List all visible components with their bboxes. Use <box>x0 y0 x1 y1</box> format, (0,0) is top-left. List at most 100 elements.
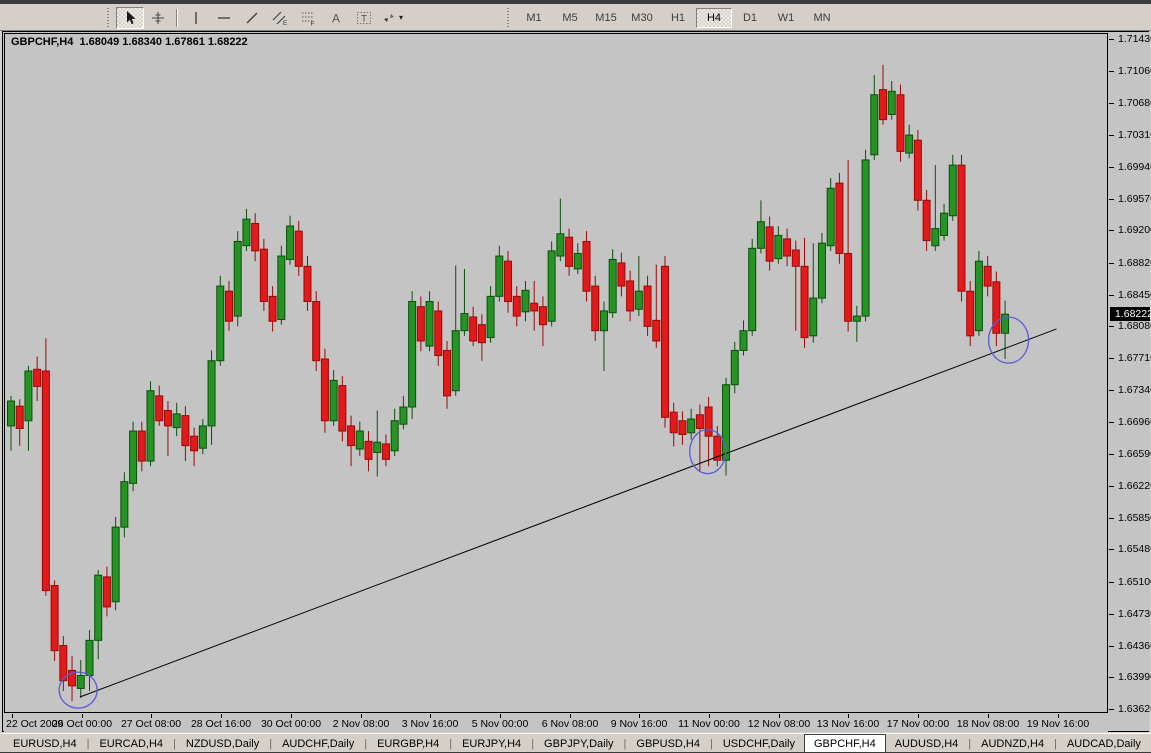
bear-candle-body <box>662 266 669 417</box>
timeframe-button-h1[interactable]: H1 <box>660 8 696 28</box>
text-tool-button[interactable]: A <box>322 7 350 29</box>
bull-candle-body <box>391 421 398 451</box>
bear-candle-body <box>627 281 634 311</box>
bear-candle-body <box>382 444 389 459</box>
chart-tab-gbpjpy-daily[interactable]: GBPJPY,Daily <box>535 734 623 753</box>
bear-candle-body <box>260 249 267 301</box>
equidistant-channel-tool-button[interactable]: E <box>266 7 294 29</box>
chart-tab-audusd-h4[interactable]: AUDUSD,H4 <box>886 734 968 753</box>
bull-candle-body <box>147 391 154 461</box>
toolbar-grip[interactable] <box>506 8 511 27</box>
crosshair-tool-button[interactable] <box>144 7 172 29</box>
bull-candle-body <box>740 331 747 351</box>
timeframe-button-m5[interactable]: M5 <box>552 8 588 28</box>
chart-tab-eurcad-h4[interactable]: EURCAD,H4 <box>90 734 172 753</box>
bear-candle-body <box>993 282 1000 333</box>
svg-text:A: A <box>332 11 340 25</box>
price-axis-label: 1.66960 <box>1109 416 1150 428</box>
trendline-tool-button[interactable] <box>238 7 266 29</box>
chart-tab-eurgbp-h4[interactable]: EURGBP,H4 <box>368 734 448 753</box>
time-axis-label: 11 Nov 00:00 <box>669 718 749 731</box>
price-axis-label: 1.63620 <box>1109 703 1150 715</box>
bull-candle-body <box>749 248 756 330</box>
bear-candle-body <box>801 266 808 337</box>
price-axis-label: 1.64360 <box>1109 640 1150 652</box>
bull-candle-body <box>906 135 913 153</box>
timeframe-button-h4[interactable]: H4 <box>696 8 732 28</box>
time-axis-label: 30 Oct 00:00 <box>251 718 331 731</box>
bull-candle-body <box>217 286 224 361</box>
cursor-tool-button[interactable] <box>116 7 144 29</box>
bull-candle-body <box>688 419 695 433</box>
toolbar-grip[interactable] <box>106 8 111 27</box>
chart-tab-eurusd-h4[interactable]: EURUSD,H4 <box>4 734 86 753</box>
price-axis[interactable]: 1.714301.710601.706801.703101.699401.695… <box>1109 33 1150 713</box>
timeframe-button-d1[interactable]: D1 <box>732 8 768 28</box>
bear-candle-body <box>16 406 23 428</box>
bull-candle-body <box>888 91 895 114</box>
timeframe-button-m30[interactable]: M30 <box>624 8 660 28</box>
chart-tab-nzdusd-daily[interactable]: NZDUSD,Daily <box>177 734 268 753</box>
bear-candle-body <box>138 431 145 461</box>
bull-candle-body <box>400 407 407 424</box>
bull-candle-body <box>208 361 215 426</box>
bull-candle-body <box>243 219 250 246</box>
price-axis-label: 1.71060 <box>1109 65 1150 77</box>
chart-tab-gbpchf-h4[interactable]: GBPCHF,H4 <box>804 734 886 753</box>
bull-candle-body <box>635 291 642 309</box>
bear-candle-body <box>967 291 974 336</box>
chart-tab-bar: EURUSD,H4|EURCAD,H4|NZDUSD,Daily|AUDCHF,… <box>0 733 1151 753</box>
vertical-line-icon <box>188 10 204 26</box>
bear-candle-body <box>784 239 791 256</box>
vertical-line-tool-button[interactable] <box>182 7 210 29</box>
price-axis-label: 1.69570 <box>1109 193 1150 205</box>
bear-candle-body <box>339 386 346 431</box>
chart-tab-audcad-daily[interactable]: AUDCAD,Daily <box>1058 734 1150 753</box>
bear-candle-body <box>566 237 573 266</box>
timeframe-button-m1[interactable]: M1 <box>516 8 552 28</box>
bull-candle-body <box>731 350 738 384</box>
chart-plot-area[interactable]: GBPCHF,H4 1.68049 1.68340 1.67861 1.6822… <box>4 33 1108 713</box>
bull-candle-body <box>496 256 503 296</box>
chart-tab-audchf-daily[interactable]: AUDCHF,Daily <box>273 734 363 753</box>
bear-candle-body <box>845 253 852 321</box>
chart-tab-audnzd-h4[interactable]: AUDNZD,H4 <box>972 734 1053 753</box>
chart-tab-eurjpy-h4[interactable]: EURJPY,H4 <box>453 734 530 753</box>
bull-candle-body <box>932 229 939 246</box>
bull-candle-body <box>278 256 285 319</box>
time-axis-label: 3 Nov 16:00 <box>390 718 470 731</box>
bear-candle-body <box>478 325 485 343</box>
chart-tab-usdchf-daily[interactable]: USDCHF,Daily <box>714 734 804 753</box>
fibonacci-tool-button[interactable]: F <box>294 7 322 29</box>
arrows-tool-button[interactable]: ▾ <box>378 7 406 29</box>
chart-tab-gbpusd-h4[interactable]: GBPUSD,H4 <box>627 734 709 753</box>
bull-candle-body <box>86 640 93 675</box>
horizontal-line-tool-button[interactable] <box>210 7 238 29</box>
timeframe-button-mn[interactable]: MN <box>804 8 840 28</box>
price-axis-label: 1.68450 <box>1109 289 1150 301</box>
time-axis-label: 27 Oct 08:00 <box>111 718 191 731</box>
timeframe-button-w1[interactable]: W1 <box>768 8 804 28</box>
bull-candle-body <box>409 302 416 408</box>
time-axis-label: 19 Nov 16:00 <box>1018 718 1098 731</box>
bull-candle-body <box>356 431 363 449</box>
time-axis[interactable]: 22 Oct 200926 Oct 00:0027 Oct 08:0028 Oc… <box>4 714 1108 732</box>
text-label-icon: T <box>356 10 372 26</box>
bear-candle-body <box>60 646 67 681</box>
svg-text:F: F <box>311 20 315 26</box>
current-price-badge: 1.68222 <box>1110 307 1150 321</box>
timeframe-toolbar: M1M5M15M30H1H4D1W1MN <box>506 6 840 29</box>
chevron-down-icon: ▾ <box>399 13 403 22</box>
text-label-tool-button[interactable]: T <box>350 7 378 29</box>
time-axis-label: 26 Oct 00:00 <box>42 718 122 731</box>
price-axis-label: 1.69200 <box>1109 224 1150 236</box>
bear-candle-body <box>252 223 259 250</box>
bear-candle-body <box>644 286 651 326</box>
bear-candle-body <box>182 416 189 446</box>
bear-candle-body <box>705 407 712 436</box>
price-axis-label: 1.64730 <box>1109 608 1150 620</box>
bear-candle-body <box>365 441 372 459</box>
timeframe-button-m15[interactable]: M15 <box>588 8 624 28</box>
bull-candle-body <box>487 296 494 337</box>
bear-candle-body <box>923 200 930 240</box>
